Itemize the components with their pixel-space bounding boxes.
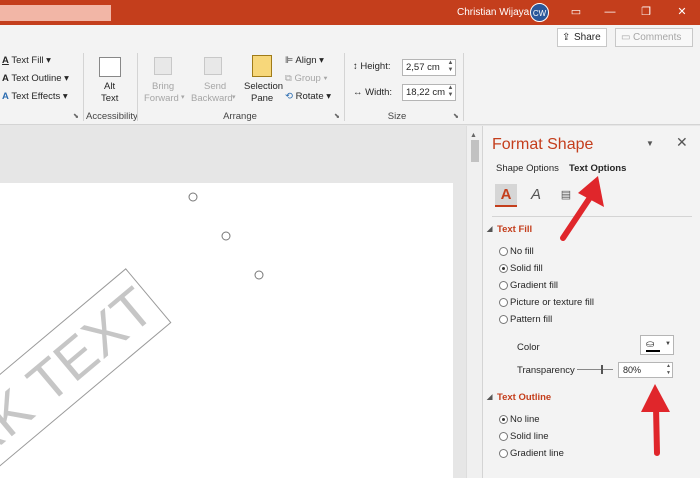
- annotation-arrows: [560, 176, 670, 456]
- annotation-arrow-icon: [560, 176, 604, 241]
- annotation-arrow-icon: [641, 384, 670, 456]
